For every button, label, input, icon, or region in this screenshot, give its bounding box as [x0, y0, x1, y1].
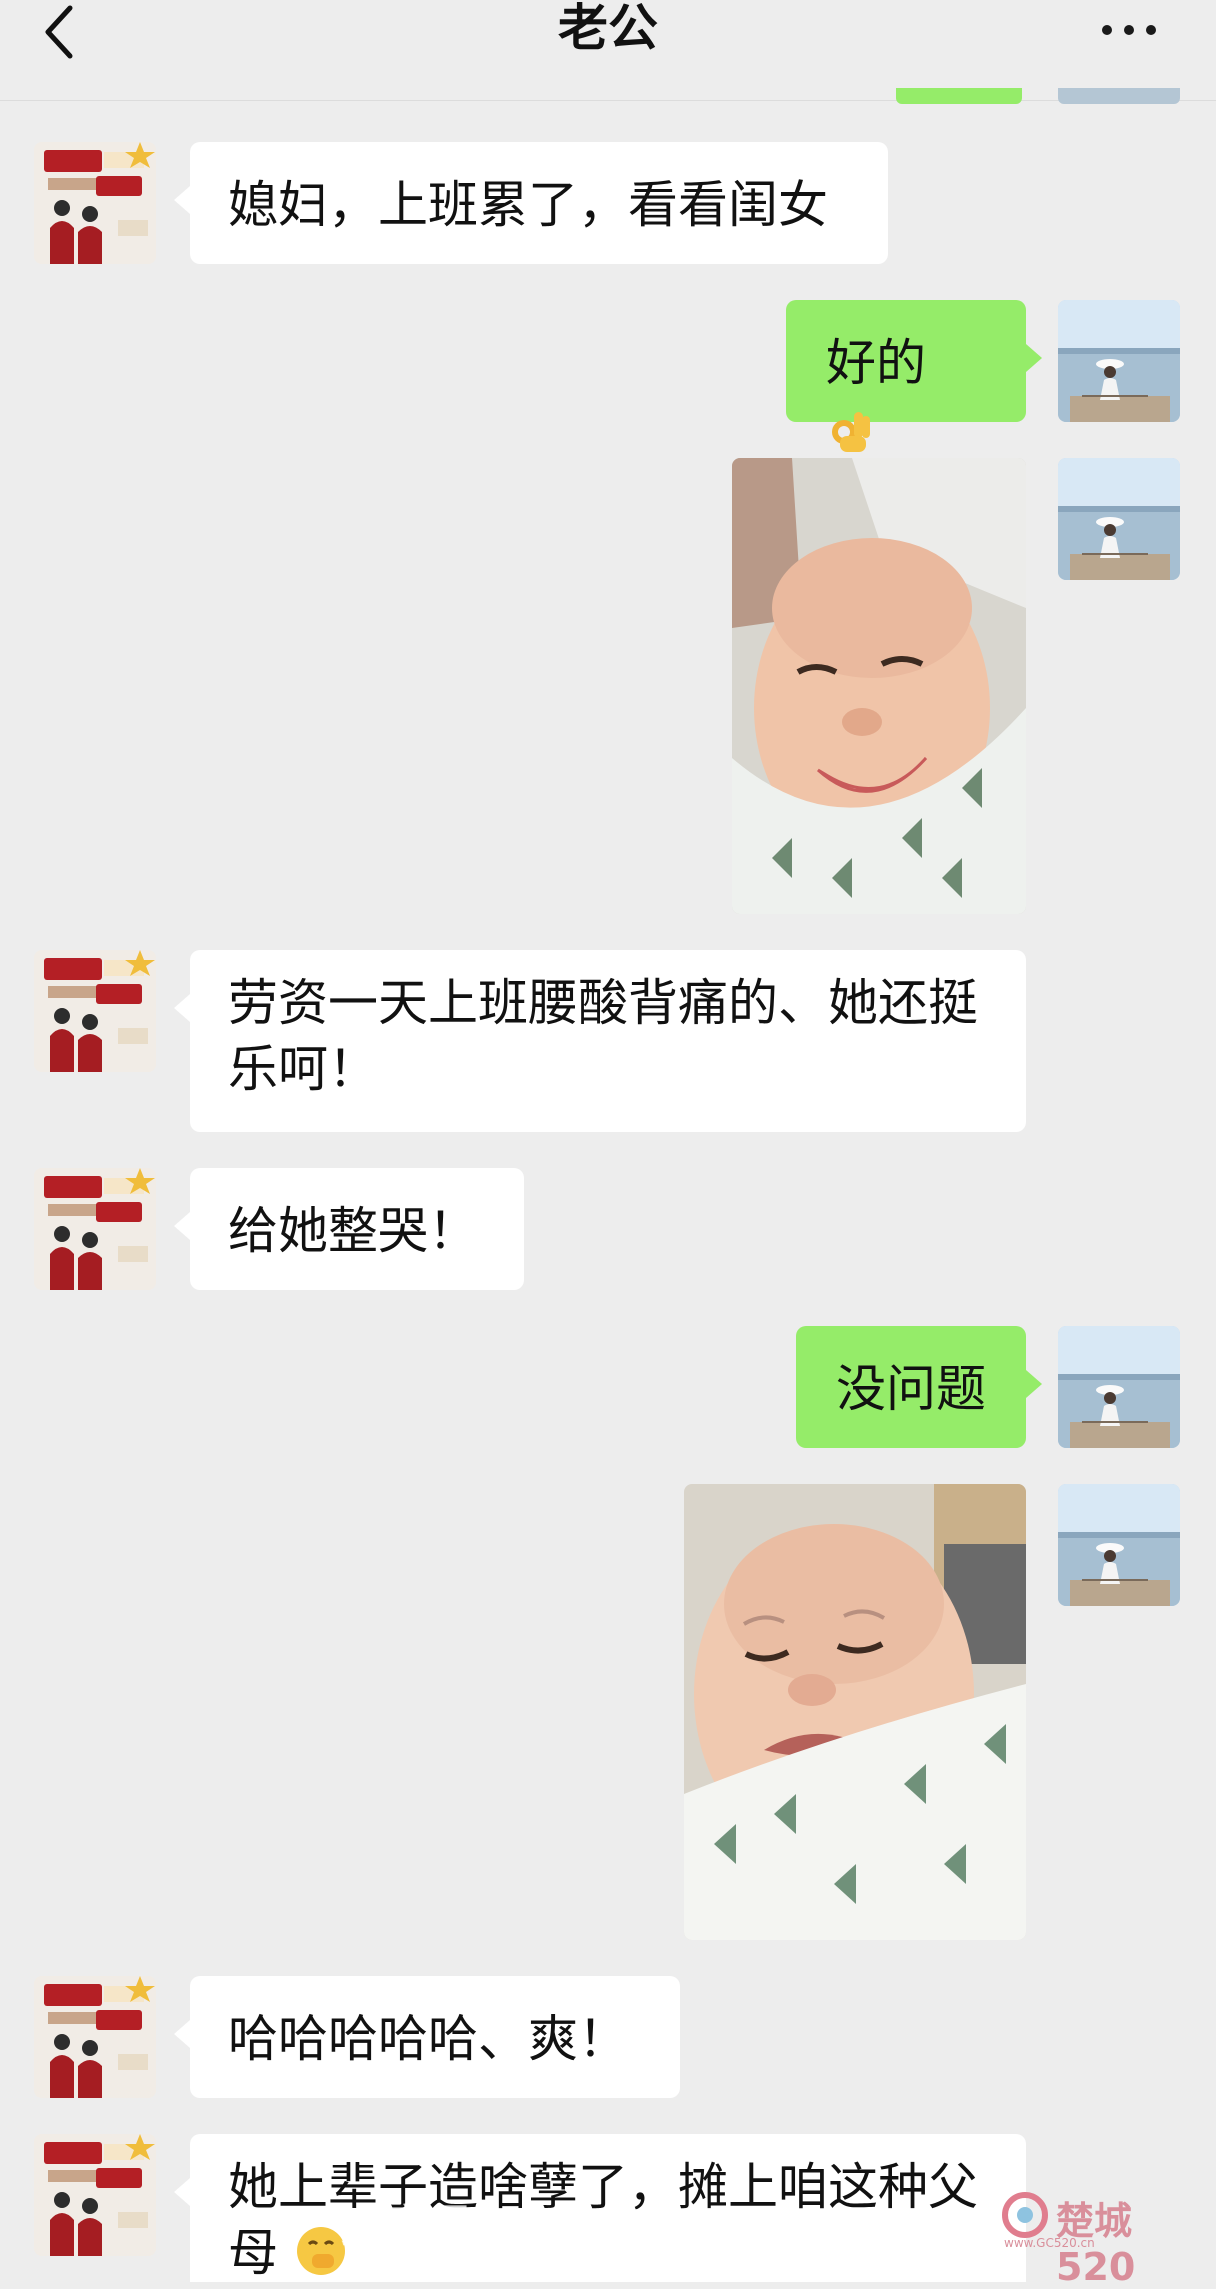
image-message[interactable] — [684, 1484, 1026, 1940]
couple-avatar-image — [34, 950, 156, 1072]
message-bubble[interactable]: 没问题 — [796, 1326, 1042, 1448]
ellipsis-icon — [1102, 25, 1112, 35]
image-message[interactable] — [732, 458, 1026, 914]
contact-avatar[interactable] — [34, 950, 156, 1072]
more-options-button[interactable] — [1096, 20, 1176, 50]
smiling-baby-photo — [732, 458, 1026, 914]
couple-avatar-image — [34, 2134, 156, 2256]
site-url: www.GC520.cn — [1004, 2236, 1095, 2250]
seaside-avatar-image — [1058, 458, 1180, 580]
contact-avatar[interactable] — [34, 1976, 156, 2098]
my-avatar[interactable] — [1058, 458, 1180, 580]
message-text: 没问题 — [836, 1360, 986, 1418]
ok-hand-emoji — [832, 412, 870, 452]
seaside-avatar-image — [1058, 300, 1180, 422]
message-bubble[interactable]: 给她整哭！ — [174, 1168, 524, 1290]
message-bubble[interactable]: 哈哈哈哈哈、爽！ — [174, 1976, 680, 2098]
my-avatar[interactable] — [1058, 1326, 1180, 1448]
my-avatar[interactable] — [1058, 300, 1180, 422]
message-text-line: 乐呵！ — [228, 1040, 378, 1098]
contact-avatar[interactable] — [34, 1168, 156, 1290]
seaside-avatar-image — [1058, 1484, 1180, 1606]
message-bubble[interactable]: 好的 — [786, 300, 1042, 452]
message-text: 好的 — [826, 334, 926, 392]
site-watermark: 楚城520 www.GC520.cn — [1000, 2186, 1200, 2289]
couple-avatar-image — [34, 142, 156, 264]
couple-avatar-image — [34, 1168, 156, 1290]
douyin-watermark: 抖音号：7EZiNk4043 — [340, 2201, 827, 2252]
message-bubble[interactable]: 媳妇，上班累了，看看闺女 — [174, 142, 888, 264]
chat-header: 老公 — [0, 0, 1216, 104]
crying-baby-photo — [684, 1484, 1026, 1940]
previous-message-edge — [896, 88, 1022, 104]
my-avatar[interactable] — [1058, 1484, 1180, 1606]
chat-title: 老公 — [558, 0, 658, 57]
contact-avatar[interactable] — [34, 2134, 156, 2256]
seaside-avatar-image — [1058, 1326, 1180, 1448]
couple-avatar-image — [34, 1976, 156, 2098]
contact-avatar[interactable] — [34, 142, 156, 264]
site-logo-icon — [1002, 2192, 1048, 2238]
message-text: 给她整哭！ — [228, 1202, 478, 1260]
previous-avatar-edge — [1058, 88, 1180, 104]
message-text: 哈哈哈哈哈、爽！ — [228, 2010, 628, 2068]
message-bubble[interactable]: 劳资一天上班腰酸背痛的、她还挺 乐呵！ — [174, 950, 1026, 1132]
message-text-line: 劳资一天上班腰酸背痛的、她还挺 — [228, 974, 978, 1032]
message-text: 媳妇，上班累了，看看闺女 — [228, 176, 828, 234]
